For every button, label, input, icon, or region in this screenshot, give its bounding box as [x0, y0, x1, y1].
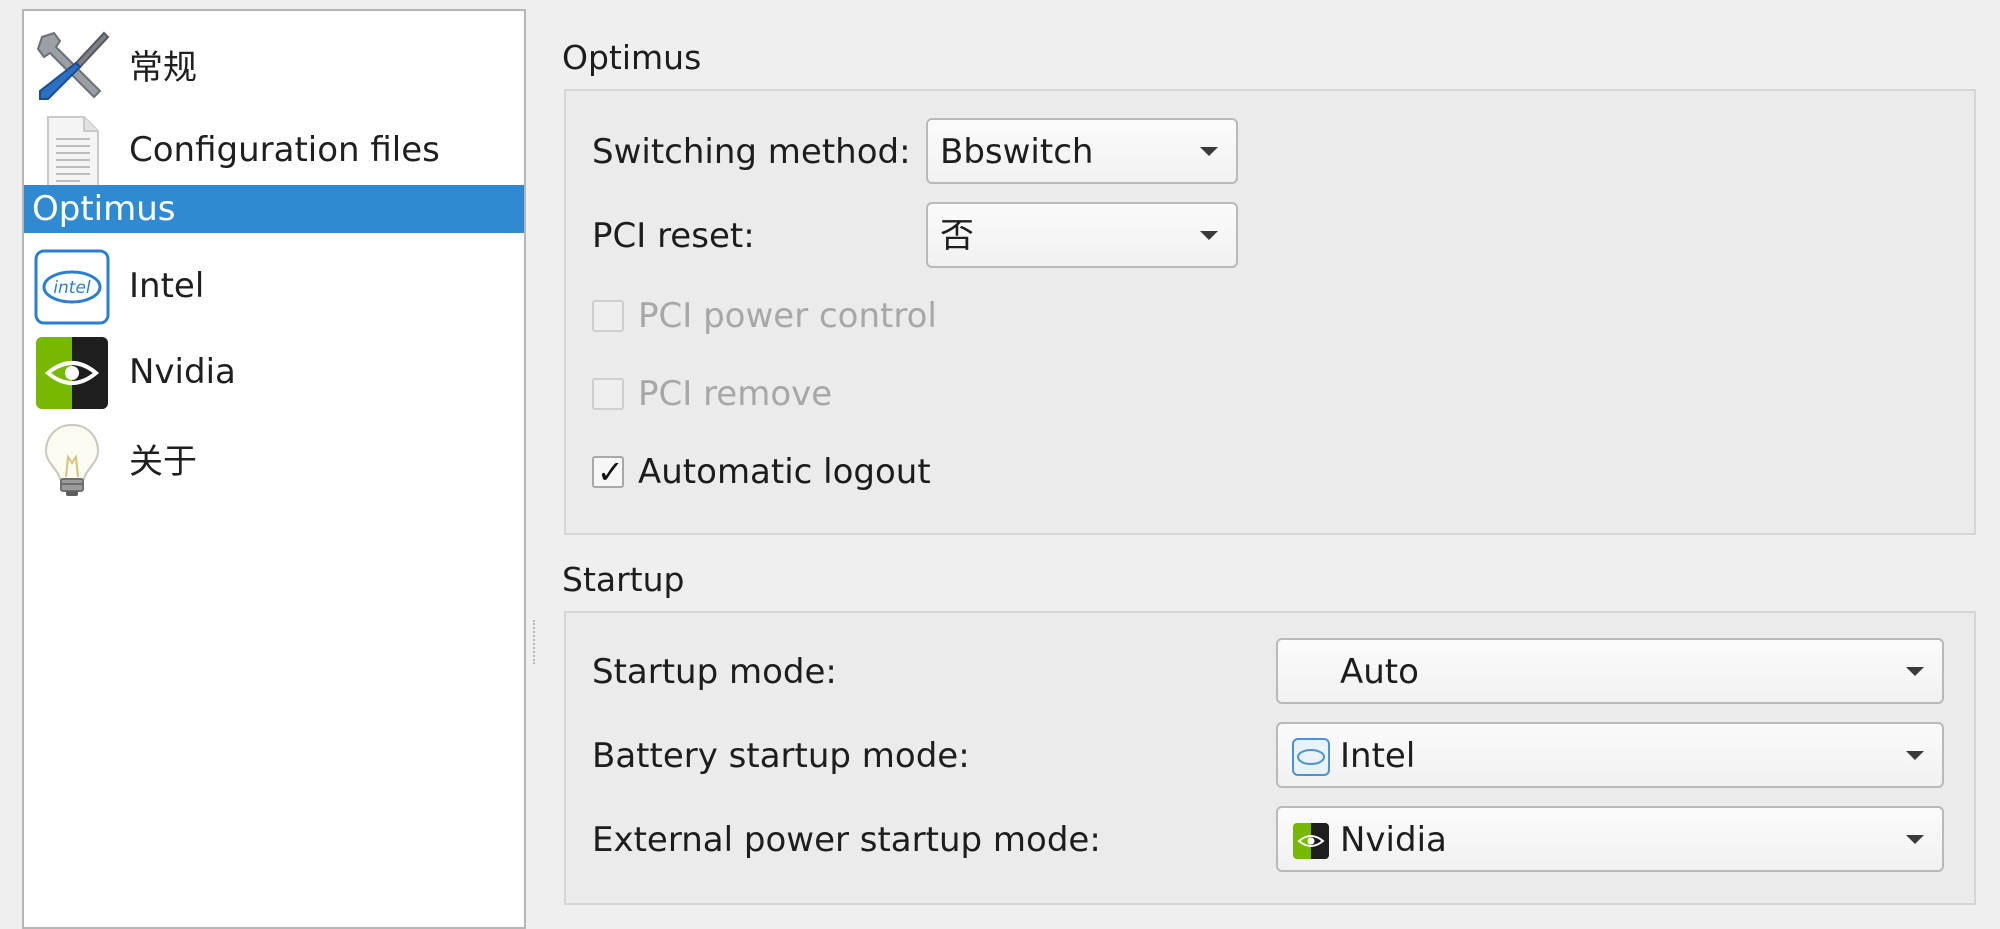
- checkbox-box: [592, 300, 624, 332]
- automatic-logout-label: Automatic logout: [638, 452, 931, 492]
- battery-startup-mode-label: Battery startup mode:: [592, 736, 970, 776]
- switching-method-dropdown[interactable]: Bbswitch: [926, 118, 1238, 184]
- sidebar-item-intel[interactable]: intel Intel: [24, 243, 524, 329]
- sidebar-item-optimus[interactable]: Optimus: [24, 185, 524, 233]
- switching-method-label: Switching method:: [592, 132, 911, 172]
- battery-startup-mode-value: Intel: [1340, 736, 1416, 776]
- sidebar-item-label: 常规: [129, 47, 197, 88]
- optimus-group-title: Optimus: [562, 38, 702, 77]
- switching-method-value: Bbswitch: [940, 132, 1094, 172]
- chevron-down-icon: [1200, 147, 1218, 156]
- intel-logo-icon: intel: [34, 249, 110, 325]
- text-file-icon: [34, 113, 110, 189]
- checkbox-box: [592, 378, 624, 410]
- automatic-logout-checkbox[interactable]: ✓ Automatic logout: [592, 452, 931, 492]
- external-power-startup-mode-dropdown[interactable]: Nvidia: [1276, 806, 1944, 872]
- external-power-startup-mode-label: External power startup mode:: [592, 820, 1101, 860]
- sidebar-item-about[interactable]: 关于: [24, 415, 524, 501]
- sidebar-item-label: Optimus: [32, 189, 176, 229]
- startup-group-title: Startup: [562, 560, 685, 599]
- startup-mode-value: Auto: [1340, 652, 1419, 692]
- pci-power-control-checkbox[interactable]: PCI power control: [592, 296, 937, 336]
- nvidia-logo-icon: [34, 335, 110, 411]
- external-power-startup-mode-value: Nvidia: [1340, 820, 1447, 860]
- sidebar-item-label: Configuration files: [129, 130, 440, 170]
- pci-reset-value: 否: [940, 216, 974, 256]
- pci-reset-dropdown[interactable]: 否: [926, 202, 1238, 268]
- pci-power-control-label: PCI power control: [638, 296, 937, 336]
- sidebar-item-label: 关于: [129, 441, 197, 482]
- chevron-down-icon: [1200, 231, 1218, 240]
- sidebar-item-nvidia[interactable]: Nvidia: [24, 329, 524, 415]
- startup-mode-label: Startup mode:: [592, 652, 837, 692]
- sidebar-item-label: Intel: [129, 266, 205, 306]
- battery-startup-mode-dropdown[interactable]: Intel: [1276, 722, 1944, 788]
- chevron-down-icon: [1906, 835, 1924, 844]
- category-list[interactable]: 常规 Configuration files Optimus intel Int…: [22, 9, 526, 929]
- pci-remove-label: PCI remove: [638, 374, 833, 414]
- svg-text:intel: intel: [53, 278, 91, 298]
- tools-icon: [34, 27, 110, 103]
- sidebar-item-label: Nvidia: [129, 352, 236, 392]
- checkbox-box: ✓: [592, 453, 624, 491]
- chevron-down-icon: [1906, 751, 1924, 760]
- intel-logo-icon: [1292, 738, 1330, 776]
- chevron-down-icon: [1906, 667, 1924, 676]
- checkmark-icon: ✓: [597, 453, 624, 491]
- nvidia-logo-icon: [1292, 822, 1330, 860]
- panel-splitter[interactable]: [533, 620, 538, 664]
- startup-mode-dropdown[interactable]: Auto: [1276, 638, 1944, 704]
- sidebar-item-configuration-files[interactable]: Configuration files: [24, 107, 524, 193]
- light-bulb-icon: [34, 421, 110, 497]
- pci-remove-checkbox[interactable]: PCI remove: [592, 374, 832, 414]
- pci-reset-label: PCI reset:: [592, 216, 755, 256]
- sidebar-item-general[interactable]: 常规: [24, 21, 524, 107]
